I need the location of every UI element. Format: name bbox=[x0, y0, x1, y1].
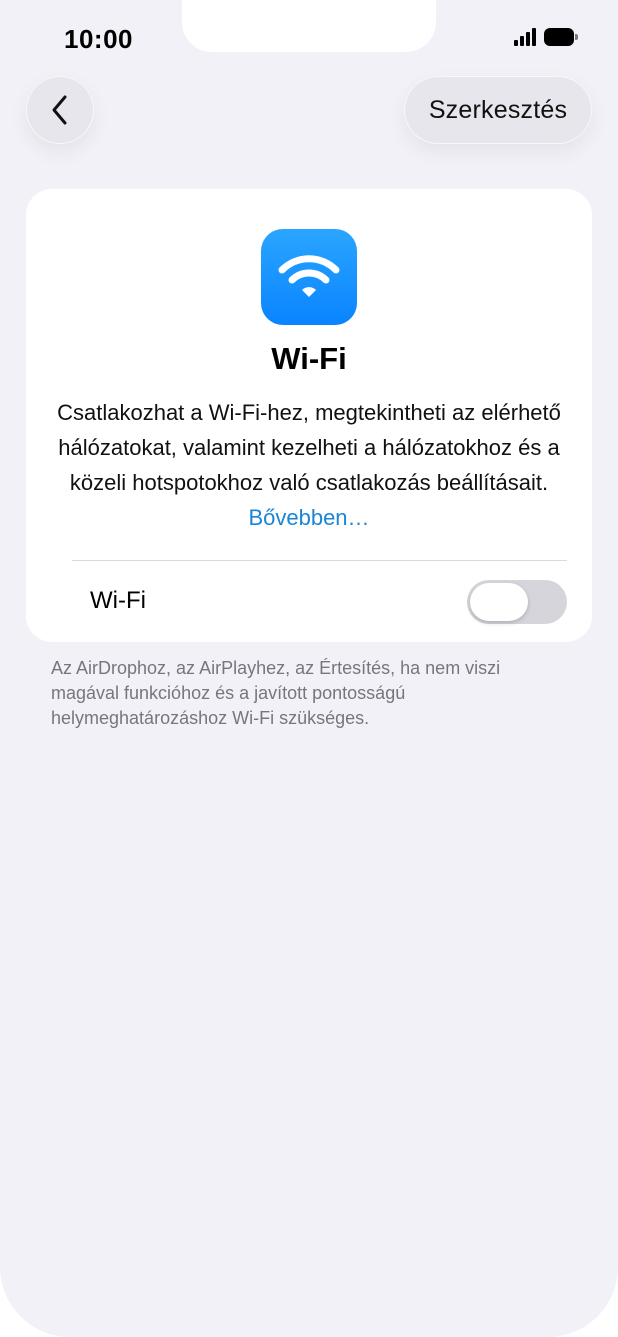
edit-button[interactable]: Szerkesztés bbox=[404, 76, 592, 144]
card-title: Wi-Fi bbox=[271, 341, 347, 376]
wifi-icon bbox=[278, 255, 340, 297]
device-notch bbox=[182, 0, 436, 52]
cellular-signal-icon bbox=[514, 28, 536, 46]
status-icons bbox=[514, 28, 578, 46]
back-button[interactable] bbox=[26, 76, 94, 144]
divider bbox=[72, 560, 567, 561]
wifi-toggle[interactable] bbox=[467, 580, 567, 624]
learn-more-link[interactable]: Bővebben… bbox=[248, 505, 369, 530]
wifi-app-icon bbox=[261, 229, 357, 325]
chevron-left-icon bbox=[52, 95, 67, 125]
battery-icon bbox=[544, 28, 578, 46]
toggle-knob bbox=[470, 583, 528, 621]
card-description: Csatlakozhat a Wi-Fi-hez, megtekintheti … bbox=[56, 395, 562, 535]
status-time: 10:00 bbox=[64, 24, 133, 54]
wifi-footer-note: Az AirDrophoz, az AirPlayhez, az Értesít… bbox=[51, 658, 501, 728]
screen: 10:00 Szerkesztés Wi-Fi Csatlakozhat a W bbox=[0, 0, 618, 1337]
wifi-info-card: Wi-Fi Csatlakozhat a Wi-Fi-hez, megtekin… bbox=[26, 189, 592, 642]
wifi-toggle-label: Wi-Fi bbox=[90, 587, 146, 614]
description-text: Csatlakozhat a Wi-Fi-hez, megtekintheti … bbox=[57, 400, 561, 495]
